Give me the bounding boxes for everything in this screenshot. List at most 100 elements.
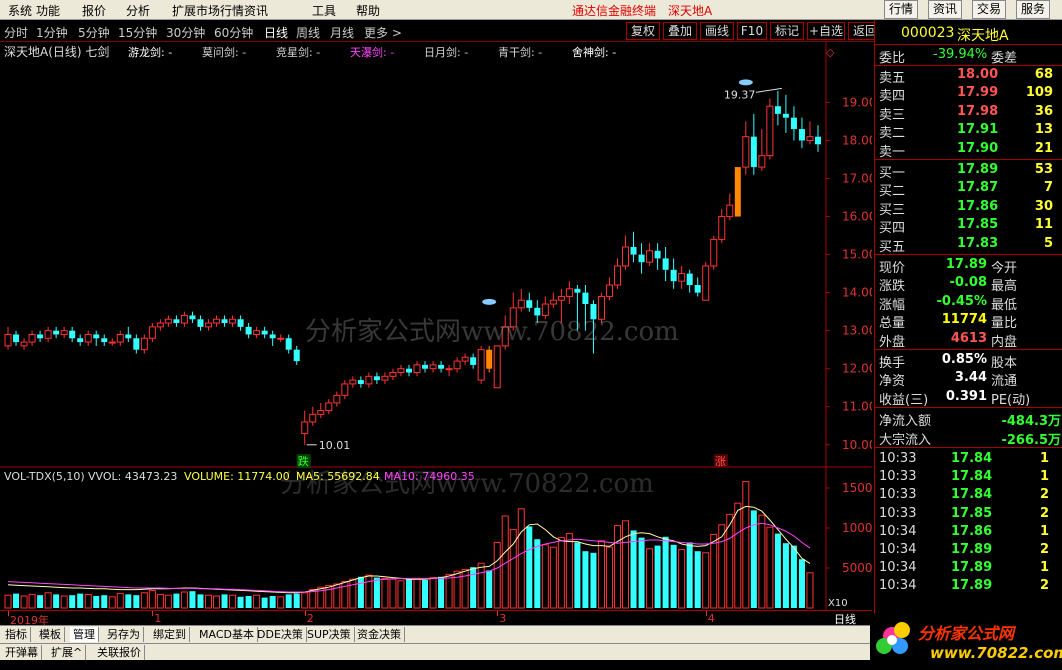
bottom-tab-3[interactable]: 另存为 bbox=[104, 627, 144, 642]
period-tab-7[interactable]: 周线 bbox=[296, 24, 320, 41]
vol-bar-81 bbox=[654, 545, 661, 608]
bottom-tab-1[interactable]: 模板 bbox=[36, 627, 65, 642]
toolbar-button-4[interactable]: 标记 bbox=[770, 22, 804, 40]
period-tab-2[interactable]: 5分钟 bbox=[78, 24, 110, 41]
bottom-tab-4[interactable]: 绑定到 bbox=[150, 627, 190, 642]
vol-ma10: MA10: 74960.35 bbox=[384, 470, 475, 483]
stat-value: -0.08 bbox=[949, 275, 987, 291]
candle-body-7 bbox=[60, 330, 68, 335]
vol-bar-35 bbox=[285, 594, 292, 608]
period-tab-9[interactable]: 更多 > bbox=[364, 24, 402, 41]
toolbar-button-5[interactable]: +自选 bbox=[807, 22, 845, 40]
top-button-1[interactable]: 资讯 bbox=[928, 0, 962, 19]
tick-row-1: 10:33 17.84 1 bbox=[875, 468, 1062, 486]
candle-body-53 bbox=[429, 364, 437, 370]
bottom-tab-2[interactable]: 管理 bbox=[70, 627, 99, 642]
stat2-row-0: 换手 0.85% 股本 bbox=[875, 351, 1062, 371]
menu-6[interactable]: 工具 bbox=[312, 2, 336, 19]
date-tick-0 bbox=[8, 611, 9, 616]
toolbar-button-1[interactable]: 叠加 bbox=[663, 22, 697, 40]
toolbar-button-3[interactable]: F10 bbox=[737, 22, 767, 40]
vol-bar-64 bbox=[517, 508, 525, 609]
vol-bar-97 bbox=[782, 543, 789, 608]
toolbar-button-2[interactable]: 画线 bbox=[700, 22, 734, 40]
indicator-tabbar: 指标 模板 管理 另存为 绑定到 MACD基本 DDE决策 SUP决策 资金决策 bbox=[0, 625, 872, 643]
period-tab-5[interactable]: 60分钟 bbox=[214, 24, 253, 41]
vol-bar-91 bbox=[734, 502, 742, 609]
stat-label: 涨幅 bbox=[879, 297, 906, 313]
vol-bar-77 bbox=[622, 520, 630, 609]
bottom-tab-7[interactable]: SUP决策 bbox=[304, 627, 355, 642]
vol-bar-34 bbox=[277, 596, 285, 609]
candle-body-93 bbox=[750, 136, 757, 168]
ask-volume: 36 bbox=[1034, 103, 1053, 119]
top-button-3[interactable]: 服务 bbox=[1016, 0, 1050, 19]
toolbar-button-0[interactable]: 复权 bbox=[626, 22, 660, 40]
bottom-tab-6[interactable]: DDE决策 bbox=[254, 627, 307, 642]
top-button-2[interactable]: 交易 bbox=[972, 0, 1006, 19]
period-tab-0[interactable]: 分时 bbox=[4, 24, 28, 41]
menu-5[interactable]: 资讯 bbox=[244, 2, 268, 19]
candle-body-48 bbox=[389, 372, 397, 377]
period-tab-1[interactable]: 1分钟 bbox=[36, 24, 68, 41]
bottom-tab-8[interactable]: 资金决策 bbox=[354, 627, 405, 642]
bottom-tab-5[interactable]: MACD基本 bbox=[196, 627, 258, 642]
stat2-label: 净资 bbox=[879, 374, 906, 390]
period-tab-3[interactable]: 15分钟 bbox=[118, 24, 157, 41]
indicator-label-4: 日月剑: - bbox=[424, 45, 468, 59]
candle-body-23 bbox=[189, 315, 196, 320]
candle-body-32 bbox=[261, 330, 268, 335]
vol-bar-67 bbox=[541, 544, 549, 609]
vol-bar-65 bbox=[526, 526, 533, 608]
bid-row-1: 买二 17.87 7 bbox=[875, 179, 1062, 199]
vol-bar-27 bbox=[221, 594, 228, 608]
vol-bar-13 bbox=[108, 596, 116, 609]
candle-body-18 bbox=[148, 326, 156, 339]
menu-2[interactable]: 报价 bbox=[82, 2, 106, 19]
candle-body-43 bbox=[349, 379, 357, 385]
stat-right-label: 今开 bbox=[991, 261, 1018, 276]
stat-label: 现价 bbox=[879, 261, 906, 276]
tick-volume: 2 bbox=[1039, 487, 1049, 503]
vol-bar-17 bbox=[140, 592, 148, 609]
menu-7[interactable]: 帮助 bbox=[356, 2, 380, 19]
top-button-0[interactable]: 行情 bbox=[884, 0, 918, 19]
ask-label: 卖二 bbox=[879, 126, 906, 142]
date-tick-3 bbox=[497, 611, 499, 616]
period-tab-4[interactable]: 30分钟 bbox=[166, 24, 205, 41]
menu-3[interactable]: 分析 bbox=[126, 2, 150, 19]
period-tab-8[interactable]: 月线 bbox=[330, 24, 354, 41]
bid-price: 17.87 bbox=[957, 180, 999, 196]
bottom-tab-0[interactable]: 指标 bbox=[2, 627, 31, 642]
candle-body-49 bbox=[397, 368, 405, 374]
candle-body-52 bbox=[422, 364, 429, 369]
tick-time: 10:33 bbox=[879, 487, 917, 503]
vol-bar-95 bbox=[766, 526, 774, 609]
candle-body-28 bbox=[229, 318, 237, 324]
site-logo: 分析家公式网 www.70822.com bbox=[870, 614, 1062, 670]
ask-price: 17.91 bbox=[957, 122, 999, 138]
vol-bar-68 bbox=[549, 546, 557, 609]
bottom-tab2-1[interactable]: 扩展^ bbox=[48, 645, 87, 660]
kline-chart[interactable]: 深天地A(日线) 七剑 游龙剑: - 莫问剑: - 竞星剑: - 天瀑剑: - 日月剑: … bbox=[0, 42, 872, 614]
menu-1[interactable]: 功能 bbox=[36, 2, 60, 19]
bid-price: 17.86 bbox=[957, 198, 999, 214]
vol-bar-45 bbox=[365, 574, 373, 609]
menu-0[interactable]: 系统 bbox=[8, 2, 32, 19]
vol-bar-4 bbox=[37, 595, 44, 608]
menu-4[interactable]: 扩展市场行情 bbox=[172, 2, 244, 19]
period-tab-6[interactable]: 日线 bbox=[264, 24, 288, 41]
candle-body-76 bbox=[613, 265, 622, 286]
candle-body-58 bbox=[470, 357, 477, 365]
bid-label: 买三 bbox=[879, 202, 906, 218]
date-tick-1 bbox=[152, 611, 154, 616]
price-tick-6: 16.00 bbox=[842, 210, 872, 224]
candle-body-13 bbox=[108, 341, 116, 344]
candle-body-65 bbox=[526, 300, 533, 308]
bottom-tab2-0[interactable]: 开弹幕 bbox=[2, 645, 42, 660]
vol-bar-31 bbox=[253, 594, 261, 609]
candle-body-6 bbox=[53, 330, 60, 335]
bottom-tab2-2[interactable]: 关联报价 bbox=[94, 645, 145, 660]
weibi-value: -39.94% bbox=[933, 47, 988, 62]
vol-bar-15 bbox=[125, 594, 132, 608]
